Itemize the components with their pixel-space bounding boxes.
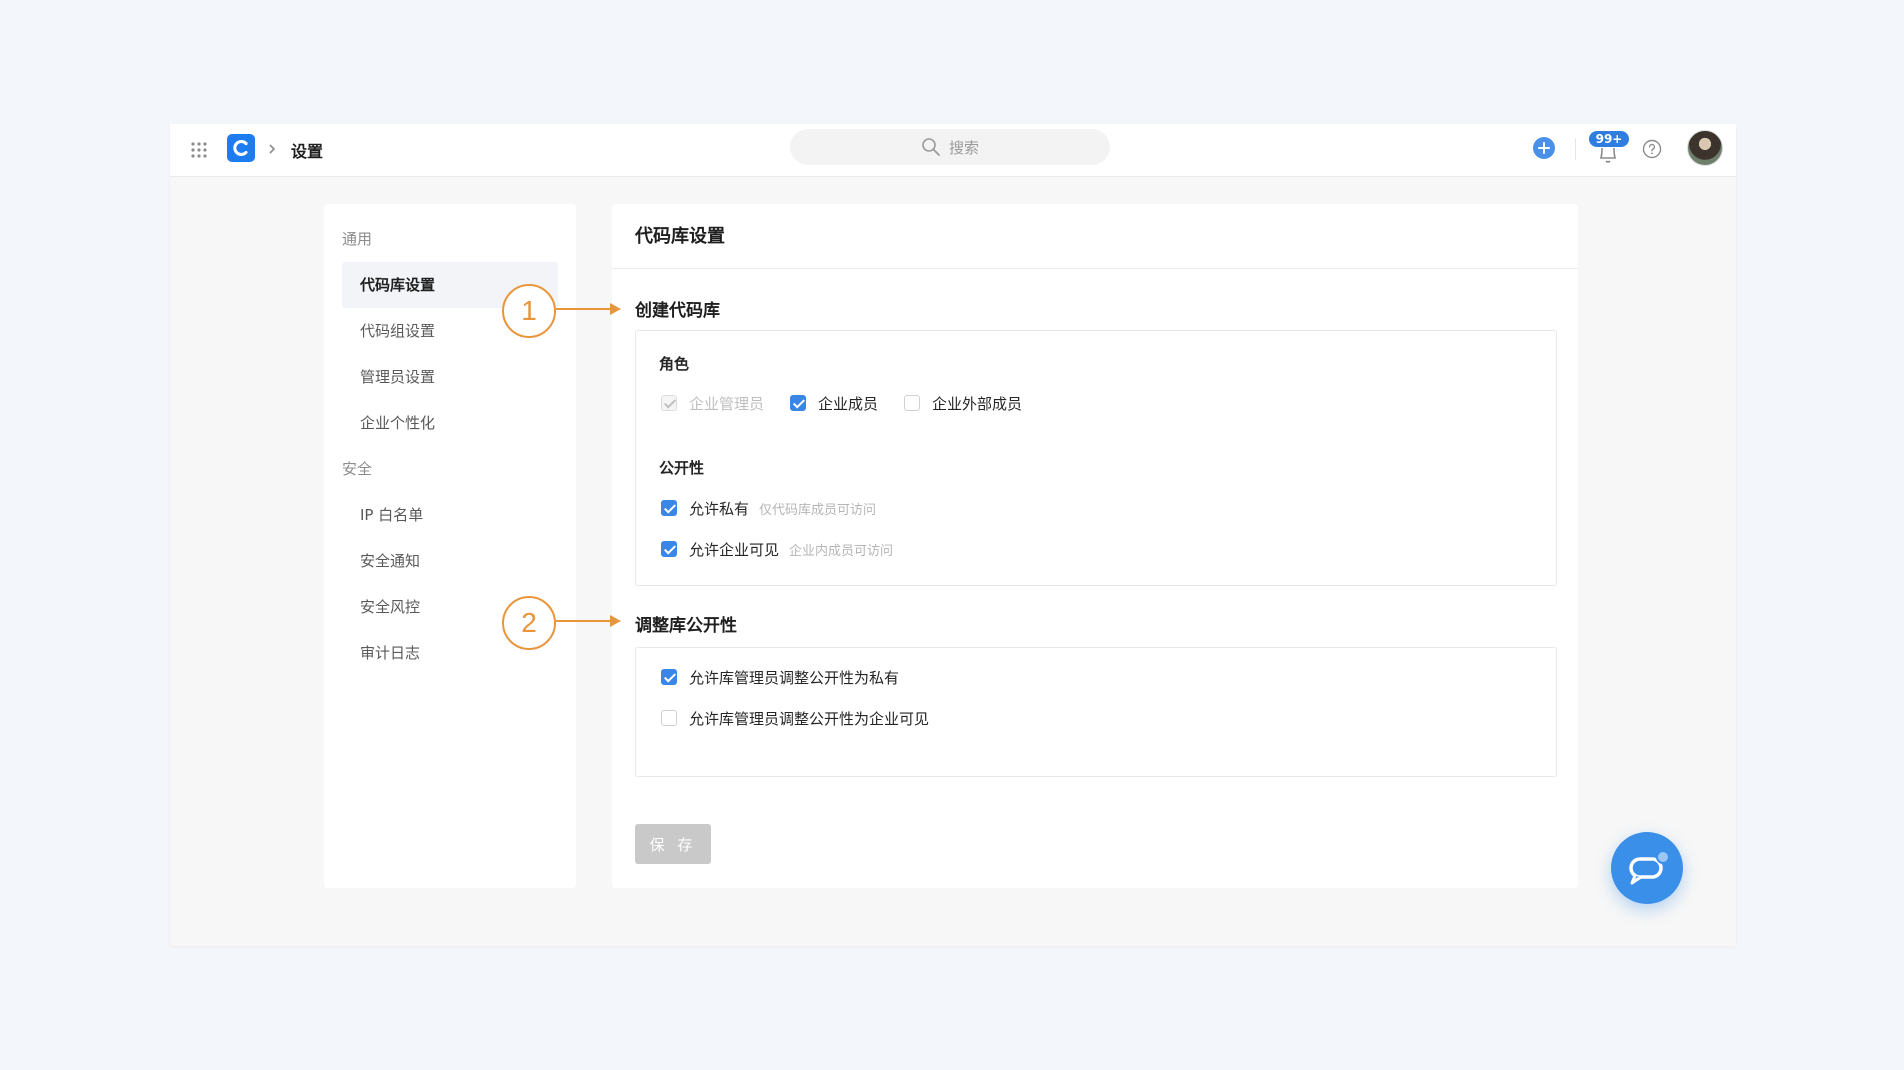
adjust-enterprise-row: 允许库管理员调整公开性为企业可见	[661, 707, 955, 729]
sidebar-item-admin-settings[interactable]: 管理员设置	[342, 354, 558, 400]
chat-support-button[interactable]	[1611, 832, 1683, 904]
sidebar-item-personalization[interactable]: 企业个性化	[342, 400, 558, 446]
adjust-enterprise-checkbox[interactable]	[661, 710, 677, 726]
sidebar-item-ip-whitelist[interactable]: IP 白名单	[342, 492, 558, 538]
search-placeholder: 搜索	[948, 138, 979, 157]
page-title: 代码库设置	[635, 226, 725, 247]
annotation-2-badge: 2	[502, 596, 556, 650]
adjust-private-checkbox[interactable]	[661, 669, 677, 685]
allow-private-hint: 仅代码库成员可访问	[759, 502, 877, 518]
annotation-1-arrowhead	[610, 303, 621, 315]
annotation-2-line	[556, 620, 612, 622]
annotation-1-line	[556, 308, 612, 310]
allow-enterprise-label[interactable]: 允许企业可见	[689, 539, 779, 560]
annotation-1-badge: 1	[502, 284, 556, 338]
role-external-checkbox[interactable]	[904, 395, 921, 411]
adjust-private-row: 允许库管理员调整公开性为私有	[661, 666, 925, 688]
sidebar-group-security: 安全	[342, 460, 373, 478]
toolbar-divider	[1575, 138, 1576, 160]
role-admin-label: 企业管理员	[689, 394, 765, 413]
notification-badge: 99+	[1588, 130, 1630, 148]
title-divider	[612, 268, 1578, 269]
annotation-2-arrowhead	[610, 615, 621, 627]
adjust-visibility-box: 允许库管理员调整公开性为私有 允许库管理员调整公开性为企业可见	[635, 647, 1557, 777]
adjust-enterprise-label[interactable]: 允许库管理员调整公开性为企业可见	[689, 708, 929, 729]
search-input[interactable]: 搜索	[790, 129, 1110, 165]
role-options: 企业管理员 企业成员 企业外部成员	[661, 392, 1048, 414]
allow-enterprise-hint: 企业内成员可访问	[789, 543, 894, 559]
role-external-label[interactable]: 企业外部成员	[932, 393, 1022, 414]
visibility-enterprise-row: 允许企业可见 企业内成员可访问	[661, 538, 893, 560]
role-admin-checkbox	[661, 395, 677, 411]
sidebar-group-general: 通用	[342, 230, 373, 248]
app-grid-icon[interactable]	[190, 141, 208, 159]
search-icon	[922, 138, 940, 156]
app-window: 设置 搜索 99+ 通用 代码库设置 代码组设置 管理员设置 企业个性化 安全 …	[170, 124, 1736, 946]
chevron-right-icon	[269, 144, 276, 154]
chat-bubble-icon	[1629, 850, 1670, 885]
sidebar-item-security-notice[interactable]: 安全通知	[342, 538, 558, 584]
allow-enterprise-checkbox[interactable]	[661, 541, 677, 557]
product-logo-icon[interactable]	[227, 134, 255, 162]
help-icon[interactable]	[1642, 139, 1662, 159]
save-button[interactable]: 保 存	[635, 824, 711, 864]
visibility-private-row: 允许私有 仅代码库成员可访问	[661, 497, 876, 519]
user-avatar[interactable]	[1687, 130, 1723, 166]
role-member-checkbox[interactable]	[790, 395, 807, 411]
top-navigation-bar: 设置 搜索 99+	[170, 124, 1736, 177]
allow-private-checkbox[interactable]	[661, 500, 677, 516]
adjust-visibility-section-title: 调整库公开性	[635, 616, 737, 636]
create-repo-box: 角色 企业管理员 企业成员 企业外部成员 公开性 允许私有 仅代码库成员可访问 …	[635, 330, 1557, 586]
settings-panel: 代码库设置 创建代码库 角色 企业管理员 企业成员 企业外部成员 公开性 允许私…	[612, 204, 1578, 888]
plus-icon	[1538, 142, 1550, 154]
create-plus-button[interactable]	[1533, 137, 1555, 159]
visibility-label: 公开性	[659, 459, 705, 477]
role-member-label[interactable]: 企业成员	[818, 393, 878, 414]
breadcrumb-current: 设置	[291, 142, 324, 161]
role-label: 角色	[659, 355, 690, 373]
create-repo-section-title: 创建代码库	[635, 301, 720, 321]
adjust-private-label[interactable]: 允许库管理员调整公开性为私有	[689, 667, 899, 688]
allow-private-label[interactable]: 允许私有	[689, 498, 749, 519]
